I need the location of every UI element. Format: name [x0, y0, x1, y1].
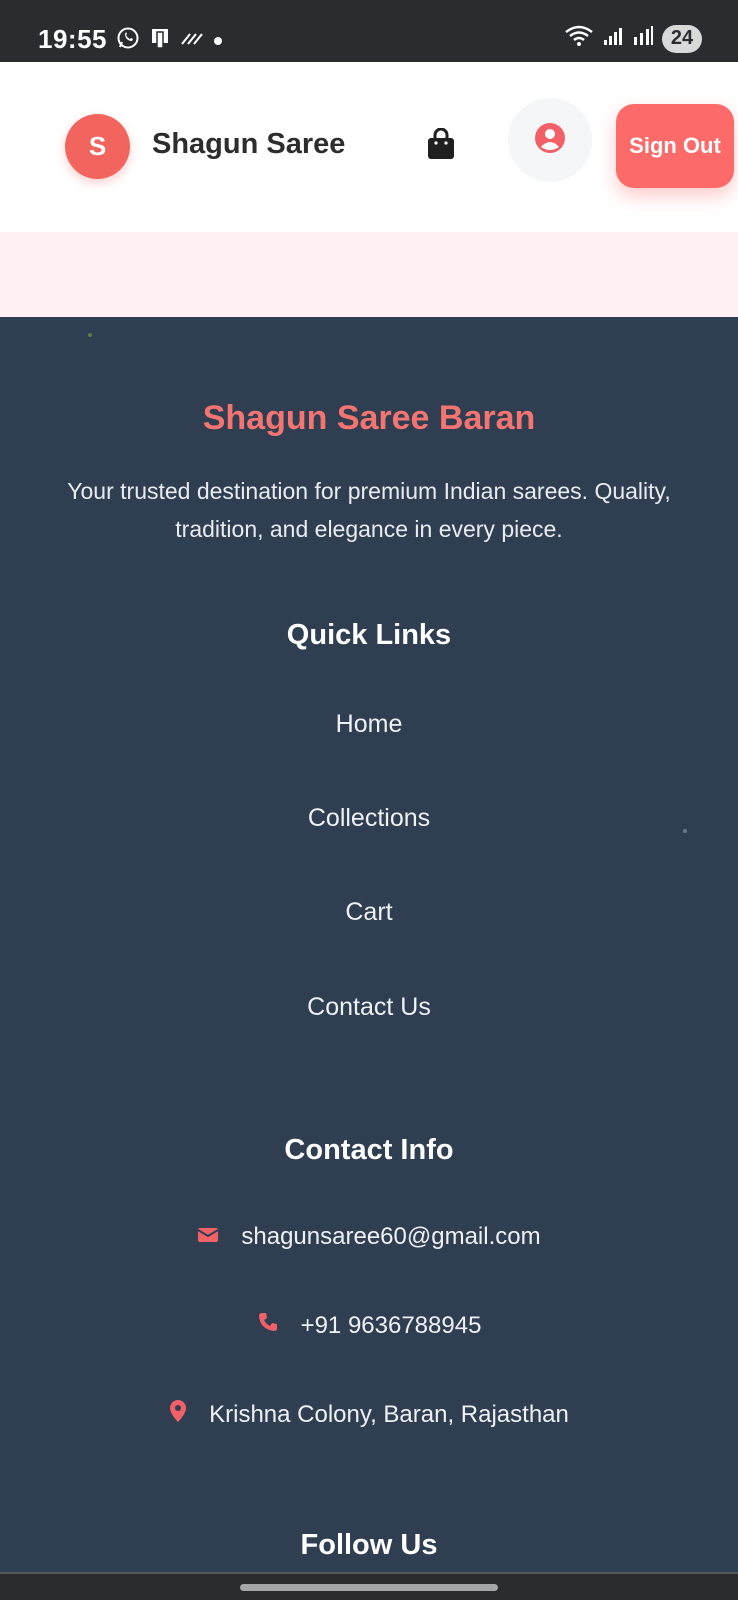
- footer-tagline: Your trusted destination for premium Ind…: [67, 478, 671, 542]
- footer-brand: Shagun Saree Baran: [202, 399, 536, 437]
- contact-info-title: Contact Info: [284, 1134, 454, 1166]
- wifi-icon: [564, 24, 594, 53]
- brand-name[interactable]: Shagun Saree: [152, 128, 345, 161]
- envelope-icon: [197, 1223, 219, 1251]
- roaming-signal-icon: [632, 25, 654, 52]
- quick-links-title: Quick Links: [286, 619, 452, 651]
- footer-link-cart[interactable]: Cart: [0, 898, 738, 927]
- profile-button[interactable]: [508, 98, 592, 182]
- phone-icon: [257, 1311, 279, 1340]
- sim-icon: [148, 26, 172, 55]
- contact-phone-row[interactable]: +91 9636788945: [0, 1311, 738, 1340]
- sign-out-button[interactable]: Sign Out: [616, 104, 734, 188]
- map-pin-icon: [169, 1399, 187, 1430]
- user-circle-icon: [534, 122, 566, 159]
- app-header: S Shagun Saree Sign Out: [0, 62, 738, 232]
- contact-email[interactable]: shagunsaree60@gmail.com: [241, 1223, 540, 1251]
- home-indicator[interactable]: [240, 1584, 498, 1591]
- signal-strength-icon: [180, 28, 206, 53]
- footer-link-collections[interactable]: Collections: [0, 804, 738, 833]
- follow-us-title: Follow Us: [300, 1529, 438, 1561]
- status-right-icons: 24: [564, 24, 702, 53]
- shopping-bag-icon: [426, 127, 456, 165]
- footer-link-home[interactable]: Home: [0, 710, 738, 739]
- contact-address: Krishna Colony, Baran, Rajasthan: [209, 1400, 569, 1428]
- contact-address-row: Krishna Colony, Baran, Rajasthan: [0, 1399, 738, 1430]
- page-content-area: [0, 232, 738, 317]
- battery-indicator: 24: [662, 24, 702, 53]
- footer-link-contact-us[interactable]: Contact Us: [0, 993, 738, 1022]
- whatsapp-icon: [116, 26, 140, 55]
- decorative-speck: [88, 333, 92, 337]
- contact-phone[interactable]: +91 9636788945: [301, 1312, 482, 1340]
- notification-dot: [214, 36, 222, 45]
- site-footer: Shagun Saree Baran Your trusted destinat…: [0, 317, 738, 1572]
- cell-signal-icon: [602, 25, 624, 52]
- contact-email-row[interactable]: shagunsaree60@gmail.com: [0, 1223, 738, 1251]
- status-bar: 19:55 24: [0, 0, 738, 62]
- logo-avatar[interactable]: S: [65, 114, 130, 179]
- status-time: 19:55: [38, 24, 107, 54]
- status-left-icons: [116, 26, 222, 55]
- cart-button[interactable]: [421, 126, 461, 166]
- system-navigation-bar: [0, 1572, 738, 1600]
